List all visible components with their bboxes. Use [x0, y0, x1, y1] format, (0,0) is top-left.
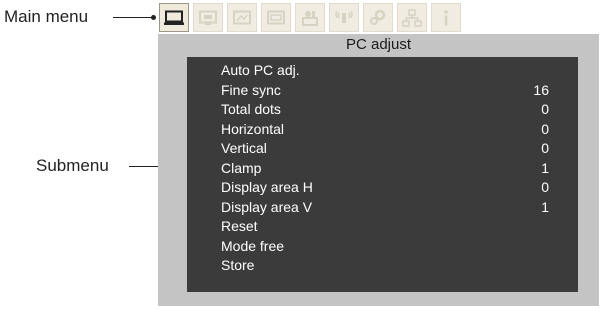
submenu-item-value: 0	[541, 140, 549, 156]
setting-icon	[302, 10, 318, 26]
submenu-item-vertical[interactable]: Vertical 0	[187, 139, 578, 158]
submenu-item-total-dots[interactable]: Total dots 0	[187, 100, 578, 119]
submenu-item-label: Store	[221, 257, 255, 273]
network-icon	[402, 8, 422, 27]
main-menu-callout: Main menu	[4, 7, 89, 26]
submenu-item-label: Display area H	[221, 179, 313, 195]
main-menu-bar	[159, 3, 461, 32]
image-adjust-icon	[199, 10, 217, 25]
submenu-item-label: Vertical	[221, 140, 267, 156]
tab-network[interactable]	[397, 3, 427, 32]
tab-monitor[interactable]	[159, 3, 189, 32]
submenu-item-label: Clamp	[221, 159, 262, 176]
submenu-item-clamp[interactable]: Clamp 1	[187, 159, 578, 178]
submenu-item-store[interactable]: Store	[187, 256, 578, 275]
submenu-item-reset[interactable]: Reset	[187, 217, 578, 236]
input-icon	[267, 10, 285, 24]
tab-options[interactable]	[363, 3, 393, 32]
submenu-item-auto-pc-adj[interactable]: Auto PC adj.	[187, 61, 578, 80]
submenu-item-label: Total dots	[221, 101, 281, 117]
tab-information[interactable]	[431, 3, 461, 32]
submenu-item-display-area-h[interactable]: Display area H 0	[187, 178, 578, 197]
panel-title: PC adjust	[345, 36, 412, 53]
monitor-icon	[164, 10, 184, 25]
info-icon	[444, 9, 448, 25]
main-menu-leader-dot	[151, 15, 156, 20]
submenu-item-label: Auto PC adj.	[221, 62, 300, 78]
tab-sound[interactable]	[329, 3, 359, 32]
submenu-item-fine-sync[interactable]: Fine sync 16	[187, 81, 578, 100]
submenu-list: Auto PC adj. Fine sync 16 Total dots 0 Horizo…	[187, 57, 578, 292]
tab-screen[interactable]	[227, 3, 257, 32]
submenu-item-value: 1	[541, 198, 549, 215]
submenu-item-value: 1	[541, 159, 549, 176]
submenu-item-label: Display area V	[221, 198, 313, 215]
tab-setting[interactable]	[295, 3, 325, 32]
submenu-item-display-area-v[interactable]: Display area V 1	[187, 198, 578, 217]
submenu-item-horizontal[interactable]: Horizontal 0	[187, 120, 578, 139]
submenu-item-label: Mode free	[221, 237, 285, 254]
submenu-item-value: 0	[541, 179, 549, 195]
submenu-item-value: 16	[533, 81, 549, 98]
main-menu-leader-line	[113, 17, 153, 18]
tab-input[interactable]	[261, 3, 291, 32]
submenu-item-value: 0	[541, 120, 549, 137]
submenu-callout: Submenu	[36, 156, 109, 175]
gear-icon	[370, 9, 386, 25]
tab-image-adjust[interactable]	[193, 3, 223, 32]
submenu-item-value: 0	[541, 101, 549, 117]
screen-icon	[233, 10, 251, 24]
submenu-item-label: Fine sync	[221, 81, 281, 98]
submenu-item-label: Reset	[221, 218, 258, 234]
pc-adjust-panel: PC adjust Auto PC adj. Fine sync 16 Total d…	[158, 34, 599, 306]
submenu-item-mode-free[interactable]: Mode free	[187, 237, 578, 256]
submenu-item-label: Horizontal	[221, 120, 285, 137]
sound-icon	[335, 10, 353, 23]
